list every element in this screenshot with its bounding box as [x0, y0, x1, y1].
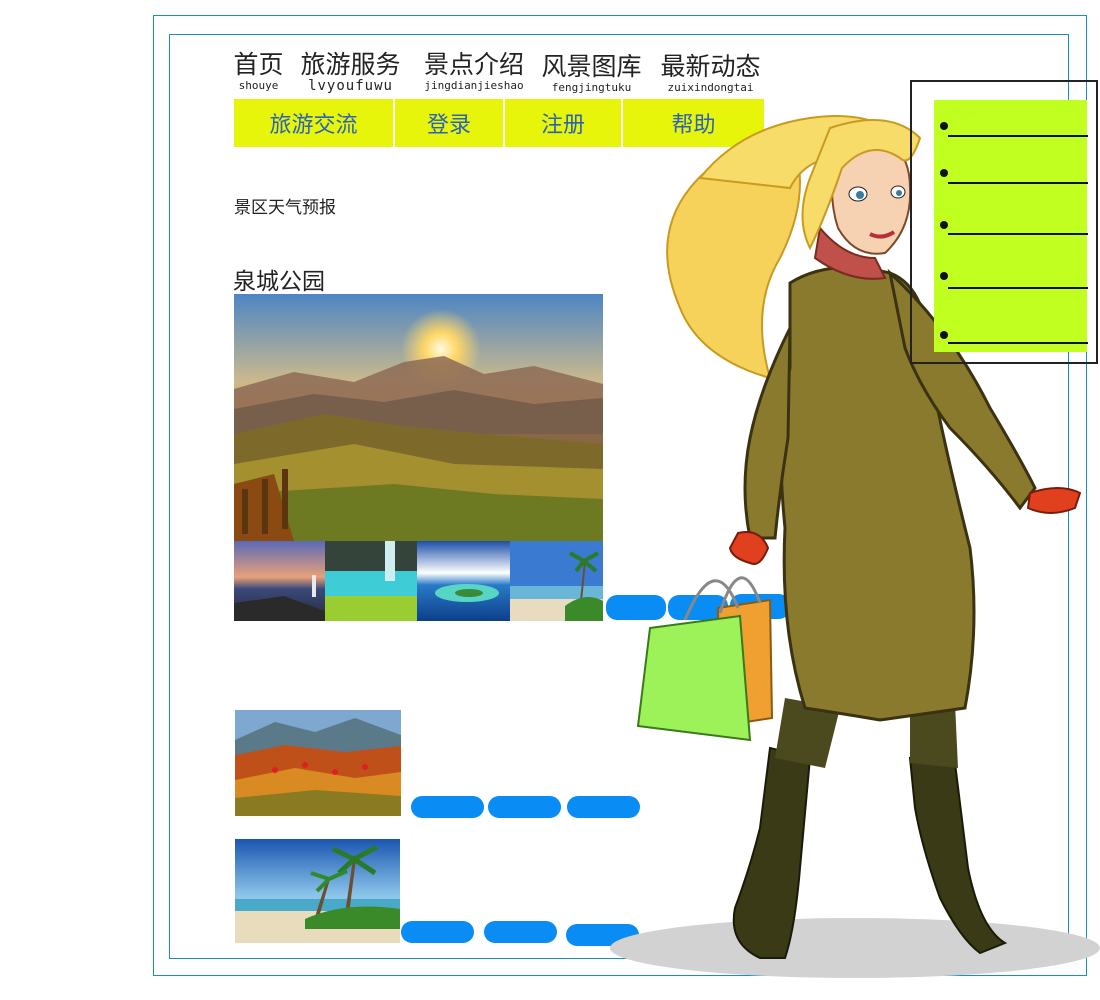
list-bullet [940, 221, 948, 229]
list-bullet [940, 331, 948, 339]
lake-waterfall-thumb[interactable] [325, 541, 417, 621]
nav-item-home[interactable]: 首页 shouye [231, 50, 286, 92]
list-bullet [940, 272, 948, 280]
mountain-sunset-photo [234, 294, 603, 541]
list-line[interactable] [948, 182, 1088, 184]
nav-pinyin: fengjingtuku [551, 81, 632, 94]
nav-label: 最新动态 [660, 52, 761, 81]
side-panel [910, 80, 1098, 364]
palm-beach-photo[interactable] [235, 839, 400, 943]
nav-label: 首页 [233, 50, 284, 79]
park-title: 泉城公园 [233, 269, 325, 295]
nav-item-travel-service[interactable]: 旅游服务 lvyoufuwu [299, 50, 402, 94]
tropical-island-thumb[interactable] [417, 541, 510, 621]
subnav-tab-register[interactable]: 注册 [505, 99, 623, 147]
nav-pinyin: shouye [238, 79, 279, 92]
nav-item-gallery[interactable]: 风景图库 fengjingtuku [540, 52, 643, 94]
list-bullet [940, 169, 948, 177]
gallery1-pill-button-1[interactable] [411, 796, 484, 818]
nav-label: 旅游服务 [300, 50, 401, 79]
list-line[interactable] [948, 135, 1088, 137]
autumn-hills-photo[interactable] [235, 710, 401, 816]
gallery2-pill-button-2[interactable] [484, 921, 557, 943]
nav-label: 景点介绍 [423, 50, 524, 79]
nav-item-news[interactable]: 最新动态 zuixindongtai [659, 52, 762, 94]
nav-label: 风景图库 [541, 52, 642, 81]
nav-item-attractions[interactable]: 景点介绍 jingdianjieshao [421, 50, 527, 92]
side-panel-fill [934, 100, 1087, 352]
palm-beach-thumb[interactable] [510, 541, 603, 621]
weather-forecast-label: 景区天气预报 [234, 198, 336, 218]
list-line[interactable] [948, 233, 1088, 235]
gallery2-pill-button-1[interactable] [401, 921, 474, 943]
nav-pinyin: jingdianjieshao [424, 79, 524, 92]
subnav-tab-exchange[interactable]: 旅游交流 [234, 99, 395, 147]
list-line[interactable] [948, 287, 1088, 289]
list-line[interactable] [948, 342, 1088, 344]
nav-pinyin: zuixindongtai [667, 81, 754, 94]
list-bullet [940, 122, 948, 130]
lighthouse-sunset-thumb[interactable] [234, 541, 325, 621]
subnav-tab-login[interactable]: 登录 [395, 99, 505, 147]
nav-pinyin: lvyoufuwu [308, 78, 393, 94]
gallery1-pill-button-2[interactable] [488, 796, 561, 818]
